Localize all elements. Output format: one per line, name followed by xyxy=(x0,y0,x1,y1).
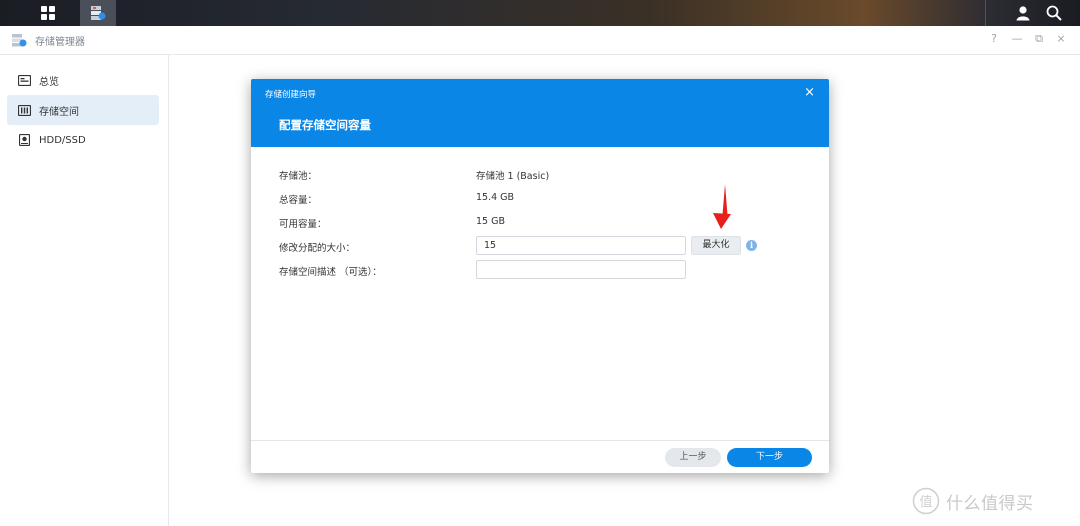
dialog-footer: 上一步 下一步 xyxy=(251,440,829,473)
search-icon xyxy=(1046,5,1062,21)
storage-manager-icon xyxy=(91,6,106,20)
user-icon xyxy=(1016,6,1030,21)
storage-pool-value: 存储池 1 (Basic) xyxy=(476,171,550,182)
storage-manager-taskbar-button[interactable] xyxy=(80,0,116,26)
allocated-size-label: 修改分配的大小： xyxy=(279,243,356,254)
total-capacity-label: 总容量： xyxy=(279,195,318,206)
sidebar-item-overview[interactable]: 总览 xyxy=(7,65,159,95)
storage-creation-wizard-dialog: 存储创建向导 × 配置存储空间容量 存储池： 存储池 1 (Basic) 总容量… xyxy=(251,79,829,473)
sidebar-item-storage-space[interactable]: 存储空间 xyxy=(7,95,159,125)
window-title: 存储管理器 xyxy=(35,37,85,48)
help-icon[interactable]: ? xyxy=(987,32,1001,45)
info-icon[interactable]: i xyxy=(746,240,757,251)
minimize-icon[interactable]: — xyxy=(1010,32,1024,45)
watermark-logo: 值 xyxy=(912,487,940,515)
available-capacity-label: 可用容量： xyxy=(279,219,327,230)
grid-icon xyxy=(41,6,55,20)
storage-manager-icon xyxy=(12,34,27,47)
window-titlebar[interactable]: 存储管理器 ? — ⧉ × xyxy=(0,26,1080,55)
svg-text:值: 值 xyxy=(919,494,932,510)
description-input[interactable] xyxy=(476,260,686,279)
red-arrow-annotation xyxy=(713,184,731,229)
search-button[interactable] xyxy=(1036,0,1072,26)
watermark-text: 什么值得买 xyxy=(946,493,1034,514)
next-button[interactable]: 下一步 xyxy=(727,448,812,467)
sidebar-item-label: 存储空间 xyxy=(39,106,79,118)
disk-icon xyxy=(17,133,31,147)
watermark: 值 什么值得买 xyxy=(912,486,1077,516)
dialog-small-title: 存储创建向导 xyxy=(265,90,317,100)
maximize-button[interactable]: 最大化 xyxy=(691,236,741,255)
storage-pool-label: 存储池： xyxy=(279,171,318,182)
dialog-header: 存储创建向导 × 配置存储空间容量 xyxy=(251,79,829,147)
close-icon[interactable]: × xyxy=(1054,32,1068,45)
storage-space-icon xyxy=(17,103,31,117)
dialog-close-icon[interactable]: × xyxy=(804,85,815,100)
restore-icon[interactable]: ⧉ xyxy=(1032,32,1046,46)
dialog-title: 配置存储空间容量 xyxy=(279,118,371,132)
main-menu-button[interactable] xyxy=(30,0,66,26)
sidebar-item-label: 总览 xyxy=(39,76,59,88)
available-capacity-value: 15 GB xyxy=(476,216,505,227)
taskbar-separator xyxy=(985,0,986,26)
overview-icon xyxy=(17,73,31,87)
allocated-size-input[interactable]: 15 xyxy=(476,236,686,255)
previous-button[interactable]: 上一步 xyxy=(665,448,721,467)
sidebar-item-label: HDD/SSD xyxy=(39,134,86,146)
sidebar: 总览 存储空间 HDD/SSD xyxy=(0,55,169,526)
sidebar-item-hdd-ssd[interactable]: HDD/SSD xyxy=(7,125,159,155)
total-capacity-value: 15.4 GB xyxy=(476,192,515,203)
description-label: 存储空间描述 （可选）： xyxy=(279,267,382,278)
taskbar xyxy=(0,0,1080,26)
